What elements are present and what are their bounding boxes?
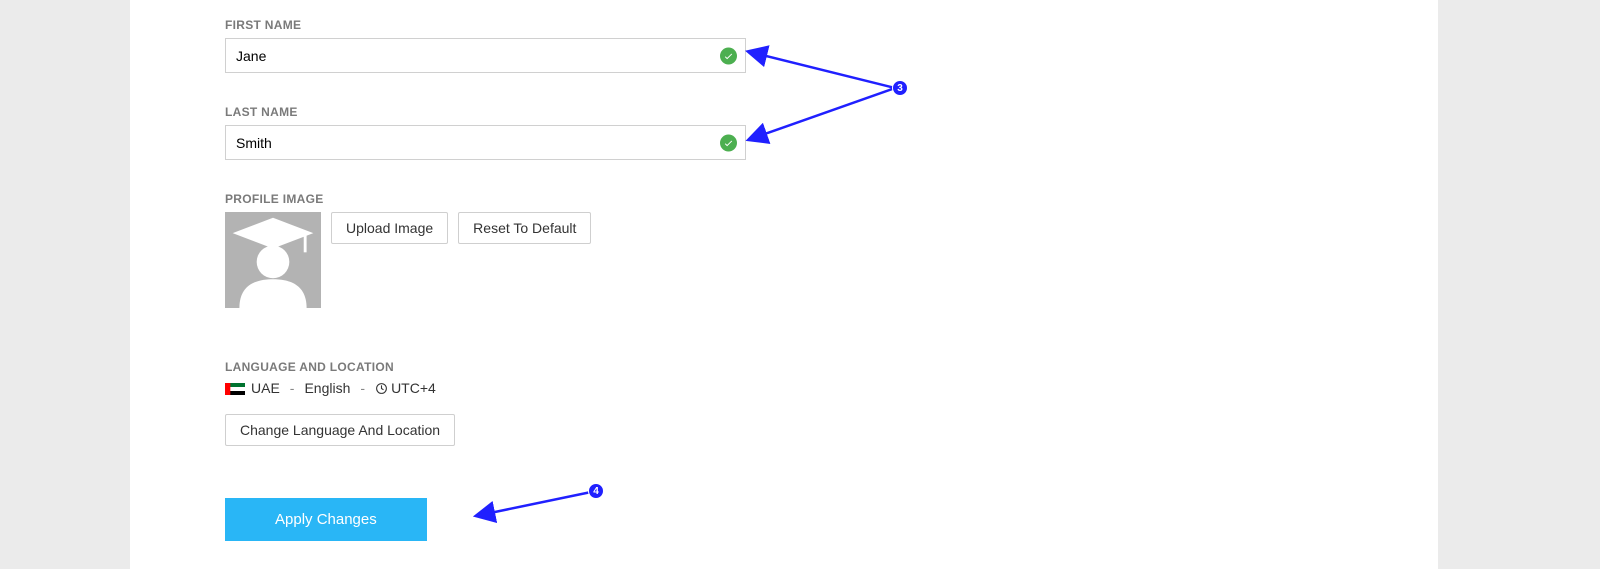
- annotation-badge-3: 3: [892, 80, 908, 96]
- annotation-badge-4: 4: [588, 483, 604, 499]
- last-name-input[interactable]: [226, 126, 706, 159]
- lang-loc-row: UAE - English - UTC+4: [225, 380, 1025, 396]
- lang-loc-label: LANGUAGE AND LOCATION: [225, 360, 1025, 374]
- first-name-input-wrap: [225, 38, 746, 73]
- apply-changes-button[interactable]: Apply Changes: [225, 498, 427, 541]
- reset-default-button[interactable]: Reset To Default: [458, 212, 591, 244]
- timezone-text: UTC+4: [391, 380, 436, 396]
- last-name-input-wrap: [225, 125, 746, 160]
- settings-panel: FIRST NAME LAST NAME PROFILE IMAGE: [130, 0, 1438, 569]
- check-icon: [720, 47, 737, 64]
- country-text: UAE: [251, 380, 280, 396]
- flag-icon: [225, 382, 245, 394]
- separator: -: [290, 380, 295, 396]
- last-name-label: LAST NAME: [225, 105, 1025, 119]
- upload-image-button[interactable]: Upload Image: [331, 212, 448, 244]
- language-text: English: [304, 380, 350, 396]
- first-name-label: FIRST NAME: [225, 18, 1025, 32]
- clock-icon: [375, 382, 388, 395]
- check-icon: [720, 134, 737, 151]
- separator: -: [360, 380, 365, 396]
- first-name-input[interactable]: [226, 39, 706, 72]
- profile-image-label: PROFILE IMAGE: [225, 192, 1025, 206]
- avatar: [225, 212, 321, 308]
- change-lang-loc-button[interactable]: Change Language And Location: [225, 414, 455, 446]
